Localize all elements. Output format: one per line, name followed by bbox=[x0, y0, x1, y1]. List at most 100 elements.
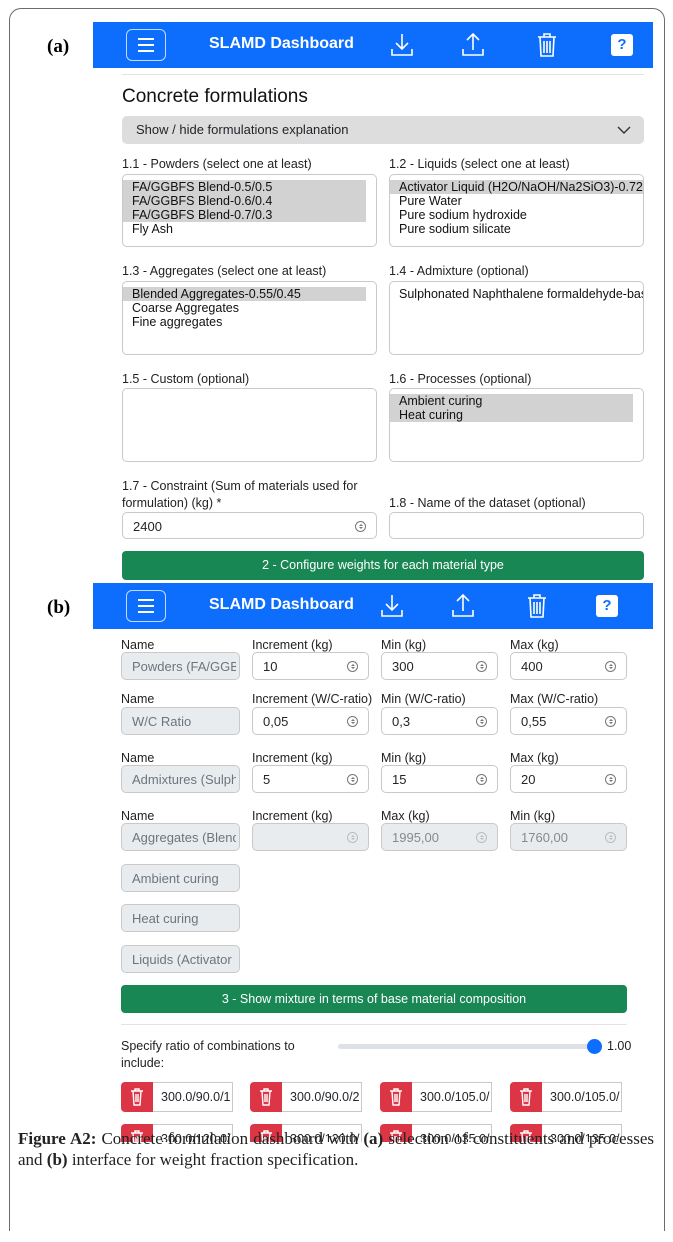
processes-option[interactable]: Heat curing bbox=[390, 408, 633, 422]
increment-input[interactable]: 10 bbox=[252, 652, 369, 680]
column-header: Min (kg) bbox=[510, 809, 556, 823]
admixture-select[interactable]: Sulphonated Naphthalene formaldehyde-bas… bbox=[389, 281, 644, 355]
constraint-input[interactable]: 2400 bbox=[122, 512, 377, 539]
process-name-value: Ambient curing bbox=[132, 871, 219, 886]
aggregates-option[interactable]: Fine aggregates bbox=[123, 315, 376, 329]
constraint-label: 1.7 - Constraint (Sum of materials used … bbox=[122, 479, 358, 493]
min-input[interactable]: 15 bbox=[381, 765, 498, 793]
material-name-value: Powders (FA/GGBF bbox=[132, 659, 236, 674]
process-name-value: Heat curing bbox=[132, 911, 199, 926]
navbar-title[interactable]: SLAMD Dashboard bbox=[209, 596, 354, 614]
panel-a-label: (a) bbox=[47, 36, 70, 57]
column-header: Increment (kg) bbox=[252, 751, 333, 765]
ratio-value: 1.00 bbox=[607, 1039, 632, 1053]
min-value: 1760,00 bbox=[521, 830, 568, 845]
spinner-icon[interactable] bbox=[347, 661, 358, 672]
trash-icon[interactable] bbox=[536, 31, 558, 59]
material-name-value: Admixtures (Sulphc bbox=[132, 772, 236, 787]
aggregates-select[interactable]: Blended Aggregates-0.55/0.45 Coarse Aggr… bbox=[122, 281, 377, 355]
navbar-a: SLAMD Dashboard ? bbox=[93, 22, 653, 68]
spinner-icon[interactable] bbox=[476, 774, 487, 785]
delete-combination-button[interactable] bbox=[250, 1082, 282, 1112]
trash-icon[interactable] bbox=[526, 592, 548, 620]
max-input[interactable]: 400 bbox=[510, 652, 627, 680]
column-header: Min (kg) bbox=[381, 751, 427, 765]
liquids-option[interactable]: Activator Liquid (H2O/NaOH/Na2SiO3)-0.72… bbox=[390, 180, 643, 194]
spinner-icon[interactable] bbox=[347, 716, 358, 727]
min-input[interactable]: 0,3 bbox=[381, 707, 498, 735]
spinner-icon[interactable] bbox=[347, 774, 358, 785]
liquids-option[interactable]: Pure sodium hydroxide bbox=[390, 208, 643, 222]
explanation-accordion[interactable]: Show / hide formulations explanation bbox=[122, 116, 644, 144]
caption-text: Concrete formulation dashboard with bbox=[96, 1129, 364, 1148]
help-icon[interactable]: ? bbox=[611, 34, 633, 56]
spinner-icon[interactable] bbox=[476, 661, 487, 672]
menu-icon[interactable] bbox=[126, 29, 166, 61]
material-name-field: Aggregates (Blende bbox=[121, 823, 240, 851]
configure-weights-button[interactable]: 2 - Configure weights for each material … bbox=[122, 551, 644, 580]
powders-option[interactable]: FA/GGBFS Blend-0.5/0.5 bbox=[123, 180, 366, 194]
delete-combination-button[interactable] bbox=[510, 1082, 542, 1112]
combination-value[interactable]: 300.0/90.0/2 bbox=[282, 1082, 362, 1112]
delete-combination-button[interactable] bbox=[121, 1082, 153, 1112]
spinner-icon[interactable] bbox=[605, 661, 616, 672]
spinner-icon[interactable] bbox=[605, 774, 616, 785]
column-header: Name bbox=[121, 809, 155, 823]
max-input: 1995,00 bbox=[381, 823, 498, 851]
powders-option[interactable]: FA/GGBFS Blend-0.6/0.4 bbox=[123, 194, 366, 208]
dataset-name-input[interactable] bbox=[389, 512, 644, 539]
download-icon[interactable] bbox=[379, 592, 405, 620]
min-input[interactable]: 300 bbox=[381, 652, 498, 680]
spinner-icon[interactable] bbox=[355, 521, 366, 532]
help-icon[interactable]: ? bbox=[596, 595, 618, 617]
upload-icon[interactable] bbox=[460, 31, 486, 59]
column-header: Name bbox=[121, 638, 155, 652]
accordion-label: Show / hide formulations explanation bbox=[136, 122, 349, 137]
powders-option[interactable]: Fly Ash bbox=[123, 222, 376, 236]
liquids-option[interactable]: Pure sodium silicate bbox=[390, 222, 643, 236]
processes-select[interactable]: Ambient curing Heat curing bbox=[389, 388, 644, 462]
custom-label: 1.5 - Custom (optional) bbox=[122, 372, 250, 386]
menu-icon[interactable] bbox=[126, 590, 166, 622]
increment-value: 10 bbox=[263, 659, 278, 674]
caption-figure-label: Figure A2: bbox=[18, 1129, 97, 1148]
spinner-icon[interactable] bbox=[476, 716, 487, 727]
aggregates-option[interactable]: Coarse Aggregates bbox=[123, 301, 376, 315]
powders-option[interactable]: FA/GGBFS Blend-0.7/0.3 bbox=[123, 208, 366, 222]
liquids-option[interactable]: Pure Water bbox=[390, 194, 643, 208]
processes-label: 1.6 - Processes (optional) bbox=[389, 372, 532, 386]
trash-icon bbox=[390, 1088, 402, 1106]
column-header: Increment (kg) bbox=[252, 638, 333, 652]
caption-b: (b) bbox=[46, 1150, 68, 1169]
ratio-slider[interactable] bbox=[338, 1044, 594, 1049]
spinner-icon[interactable] bbox=[605, 716, 616, 727]
trash-icon bbox=[520, 1088, 532, 1106]
min-value: 0,3 bbox=[392, 714, 411, 729]
admixture-option[interactable]: Sulphonated Naphthalene formaldehyde-bas… bbox=[390, 287, 643, 301]
column-header: Increment (W/C-ratio) bbox=[252, 692, 373, 706]
processes-option[interactable]: Ambient curing bbox=[390, 394, 633, 408]
max-value: 400 bbox=[521, 659, 543, 674]
navbar-title[interactable]: SLAMD Dashboard bbox=[209, 35, 354, 53]
combination-value[interactable]: 300.0/105.0/ bbox=[412, 1082, 492, 1112]
liquids-select[interactable]: Activator Liquid (H2O/NaOH/Na2SiO3)-0.72… bbox=[389, 174, 644, 247]
delete-combination-button[interactable] bbox=[380, 1082, 412, 1112]
show-mixture-button[interactable]: 3 - Show mixture in terms of base materi… bbox=[121, 985, 627, 1013]
increment-input[interactable]: 5 bbox=[252, 765, 369, 793]
caption-a: (a) bbox=[363, 1129, 384, 1148]
download-icon[interactable] bbox=[389, 31, 415, 59]
aggregates-option[interactable]: Blended Aggregates-0.55/0.45 bbox=[123, 287, 366, 301]
combination-value[interactable]: 300.0/90.0/1 bbox=[153, 1082, 233, 1112]
combination-value[interactable]: 300.0/105.0/ bbox=[542, 1082, 622, 1112]
custom-select[interactable] bbox=[122, 388, 377, 462]
max-input[interactable]: 0,55 bbox=[510, 707, 627, 735]
ratio-slider-handle[interactable] bbox=[587, 1039, 602, 1054]
process-name-field: Liquids (Activator L bbox=[121, 945, 240, 973]
powders-select[interactable]: FA/GGBFS Blend-0.5/0.5 FA/GGBFS Blend-0.… bbox=[122, 174, 377, 247]
increment-value: 0,05 bbox=[263, 714, 289, 729]
increment-input[interactable]: 0,05 bbox=[252, 707, 369, 735]
material-name-value: Aggregates (Blende bbox=[132, 830, 236, 845]
caption-text: interface for weight fraction specificat… bbox=[67, 1150, 359, 1169]
upload-icon[interactable] bbox=[450, 592, 476, 620]
max-input[interactable]: 20 bbox=[510, 765, 627, 793]
